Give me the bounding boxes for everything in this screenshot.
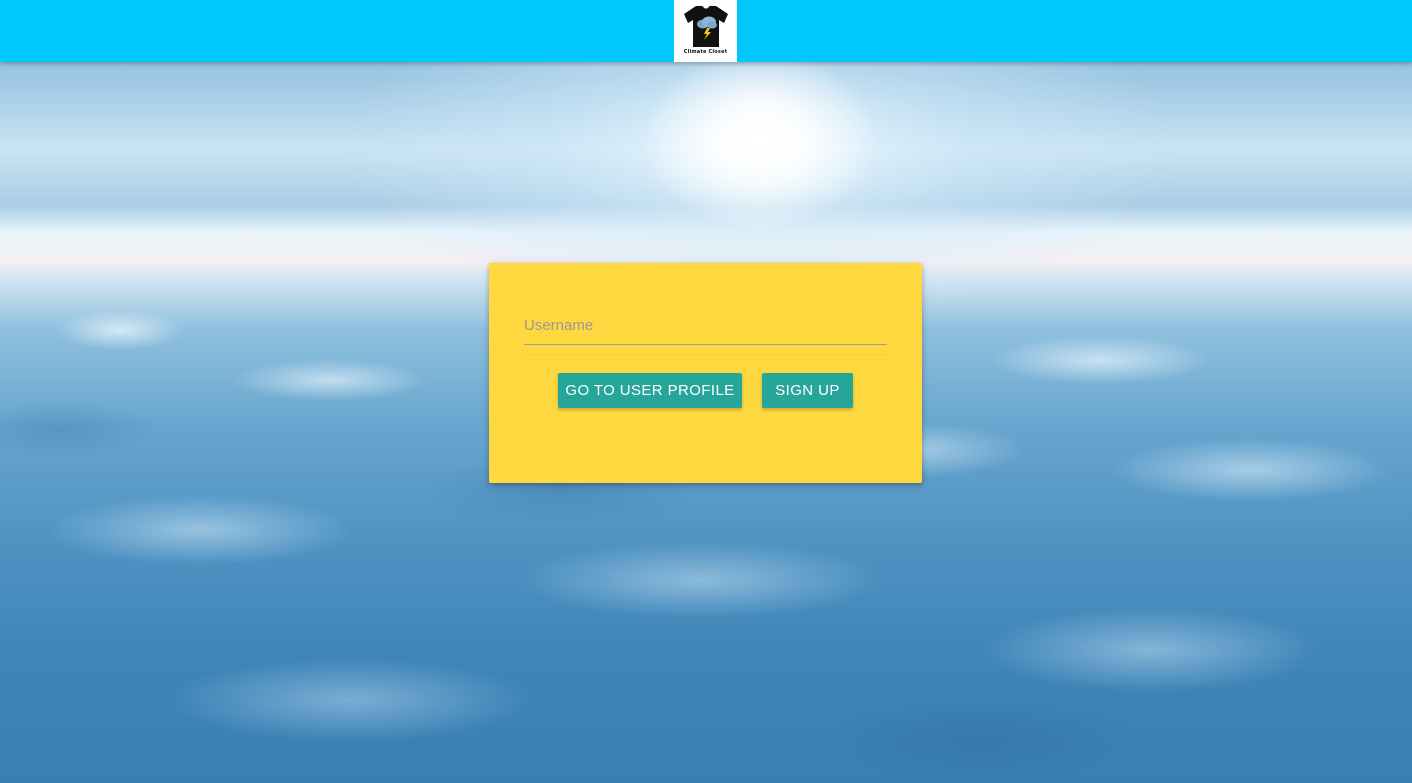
logo-text: Climate Closet — [683, 49, 728, 55]
login-card: GO TO USER PROFILE SIGN UP — [489, 263, 922, 483]
divider — [524, 354, 887, 355]
tshirt-storm-cloud-icon — [683, 5, 728, 47]
username-field-wrapper — [524, 307, 887, 347]
header-bar: Climate Closet — [0, 0, 1412, 62]
page: Climate Closet GO TO USER PROFILE SIGN U… — [0, 0, 1412, 783]
go-to-user-profile-button[interactable]: GO TO USER PROFILE — [558, 373, 742, 408]
sign-up-button[interactable]: SIGN UP — [762, 373, 853, 408]
username-input[interactable] — [524, 307, 887, 345]
logo[interactable]: Climate Closet — [674, 0, 737, 62]
